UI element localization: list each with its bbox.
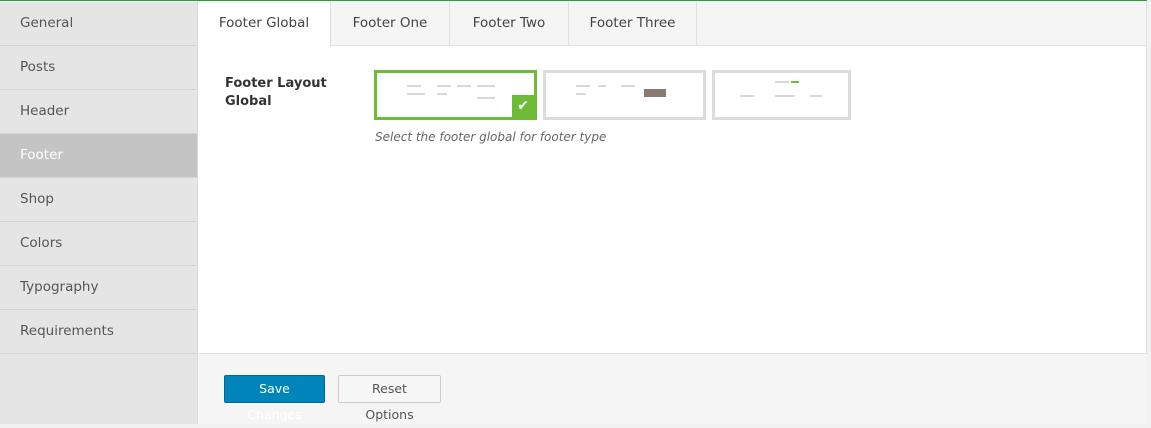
- layout-options: ✔: [374, 70, 851, 120]
- layout-preview-line: [775, 95, 795, 97]
- actions-bar: Save Changes Reset Options: [198, 353, 1147, 424]
- layout-preview-line: [576, 93, 586, 95]
- sidebar: General Posts Header Footer Shop Colors …: [0, 2, 198, 424]
- sidebar-item-general[interactable]: General: [0, 2, 197, 46]
- layout-option-1[interactable]: ✔: [374, 70, 537, 120]
- sidebar-item-shop[interactable]: Shop: [0, 178, 197, 222]
- sidebar-item-requirements[interactable]: Requirements: [0, 310, 197, 354]
- layout-preview-line: [598, 85, 606, 87]
- layout-preview-line: [576, 85, 590, 87]
- layout-preview-line: [407, 93, 425, 95]
- layout-option-2[interactable]: [543, 70, 706, 120]
- field-description: Select the footer global for footer type: [375, 130, 607, 144]
- layout-preview-line: [457, 85, 471, 87]
- sidebar-item-colors[interactable]: Colors: [0, 222, 197, 266]
- reset-options-button[interactable]: Reset Options: [338, 375, 441, 422]
- sidebar-item-header[interactable]: Header: [0, 90, 197, 134]
- layout-preview-line: [477, 85, 495, 87]
- layout-preview-line: [407, 85, 421, 87]
- layout-preview-line: [437, 85, 451, 87]
- tab-footer-one[interactable]: Footer One: [331, 2, 450, 46]
- layout-preview-line: [740, 95, 754, 97]
- layout-preview-line: [621, 85, 635, 87]
- main-content: Footer Global Footer One Footer Two Foot…: [198, 2, 1147, 353]
- layout-option-3[interactable]: [712, 70, 851, 120]
- tab-footer-global[interactable]: Footer Global: [198, 2, 331, 47]
- layout-preview-line: [791, 81, 799, 83]
- sidebar-item-posts[interactable]: Posts: [0, 46, 197, 90]
- tab-bar: Footer Global Footer One Footer Two Foot…: [198, 2, 1146, 47]
- layout-preview-line: [775, 81, 789, 83]
- layout-preview-line: [437, 93, 447, 95]
- tab-footer-three[interactable]: Footer Three: [569, 2, 697, 46]
- tab-footer-two[interactable]: Footer Two: [450, 2, 569, 46]
- checkmark-icon: ✔: [512, 95, 534, 117]
- sidebar-item-typography[interactable]: Typography: [0, 266, 197, 310]
- layout-preview-line: [810, 95, 822, 97]
- layout-preview-image: [644, 89, 666, 97]
- save-changes-button[interactable]: Save Changes: [224, 375, 325, 422]
- layout-preview-line: [477, 97, 495, 99]
- options-panel: General Posts Header Footer Shop Colors …: [0, 0, 1147, 424]
- sidebar-item-footer[interactable]: Footer: [0, 134, 197, 178]
- field-label: Footer Layout Global: [225, 76, 327, 109]
